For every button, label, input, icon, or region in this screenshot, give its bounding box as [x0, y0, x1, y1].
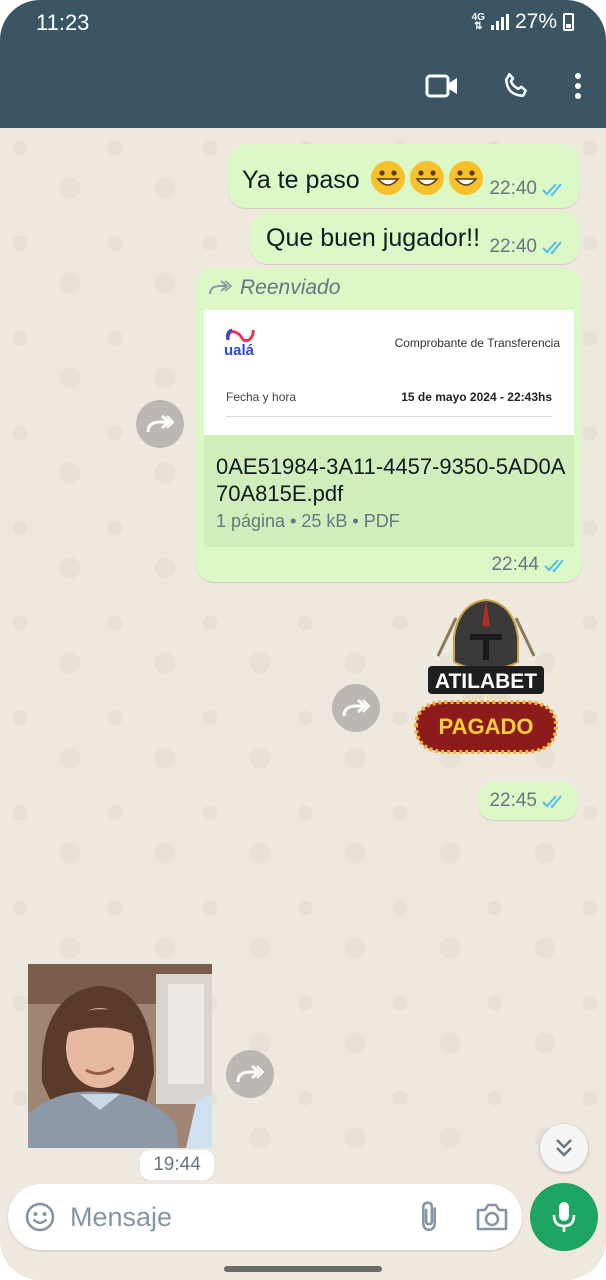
- document-preview[interactable]: ualá Comprobante de Transferencia Fecha …: [204, 310, 574, 435]
- header-actions: [424, 68, 584, 104]
- document-message-bubble[interactable]: Reenviado ualá Comprobante de Transferen…: [196, 268, 582, 582]
- network-type: 4G ⇅: [471, 12, 485, 32]
- message-text: Que buen jugador!!: [266, 224, 481, 252]
- sticker-brand: ATILABET: [435, 670, 537, 693]
- message-time: 22:45: [489, 790, 537, 811]
- message-input-container: [8, 1184, 522, 1250]
- battery-icon: [563, 13, 574, 31]
- photo-image: [28, 964, 212, 1148]
- uala-logo-icon: [226, 328, 255, 342]
- forward-button[interactable]: [226, 1050, 274, 1098]
- read-ticks-icon: [542, 183, 562, 197]
- status-time: 11:23: [36, 10, 90, 35]
- more-options-icon[interactable]: [572, 68, 584, 104]
- forwarded-label: Reenviado: [208, 276, 340, 300]
- grinning-emoji-icon: [409, 161, 444, 195]
- forward-button[interactable]: [136, 400, 184, 448]
- microphone-icon: [552, 1202, 576, 1232]
- grinning-emoji-icon: [448, 161, 483, 195]
- message-meta: 22:40: [489, 178, 568, 200]
- read-ticks-icon: [542, 241, 562, 255]
- message-time: 22:40: [489, 178, 537, 199]
- forward-icon: [236, 1064, 264, 1083]
- message-text: Ya te paso: [242, 166, 360, 194]
- forwarded-icon: [209, 280, 232, 295]
- sticker-stamp: PAGADO: [439, 714, 534, 739]
- photo-time: 19:44: [140, 1150, 214, 1180]
- scroll-to-bottom-button[interactable]: [540, 1124, 588, 1172]
- document-info[interactable]: 0AE51984-3A11-4457-9350-5AD0A70A815E.pdf…: [204, 435, 574, 547]
- preview-row-label: Fecha y hora: [226, 390, 297, 404]
- voice-message-button[interactable]: [530, 1183, 598, 1251]
- phone-screen: 11:23 4G ⇅ 27% Ya te paso 22:40 Que buen…: [0, 0, 606, 1280]
- read-ticks-icon: [544, 559, 564, 573]
- message-list[interactable]: Ya te paso 22:40 Que buen jugador!! 22:4…: [0, 128, 606, 1180]
- document-filename: 0AE51984-3A11-4457-9350-5AD0A70A815E.pdf: [216, 454, 566, 506]
- double-chevron-down-icon: [556, 1139, 572, 1157]
- emoji-icon[interactable]: [24, 1201, 56, 1233]
- message-meta: 22:40: [489, 236, 568, 258]
- sticker-meta-bubble: 22:45: [478, 782, 578, 820]
- video-call-icon[interactable]: [424, 68, 460, 104]
- atilabet-pagado-sticker[interactable]: ATILABET ONLINE CASINO PAGADO: [408, 598, 564, 782]
- chat-header: 11:23 4G ⇅ 27%: [0, 0, 606, 128]
- message-time: 22:40: [489, 236, 537, 257]
- forward-icon: [146, 414, 174, 433]
- camera-icon[interactable]: [474, 1201, 510, 1233]
- grinning-emoji-icon: [370, 161, 405, 195]
- status-indicators: 4G ⇅ 27%: [472, 10, 574, 34]
- uala-brand: ualá: [224, 342, 255, 359]
- compose-bar: [0, 1180, 606, 1280]
- preview-row-value: 15 de mayo 2024 - 22:43hs: [401, 390, 552, 404]
- read-ticks-icon: [542, 795, 562, 809]
- emoji-group: [367, 161, 484, 195]
- divider: [226, 416, 552, 417]
- message-time: 22:44: [491, 554, 539, 575]
- forward-button[interactable]: [332, 684, 380, 732]
- message-bubble-outgoing[interactable]: Ya te paso 22:40: [228, 144, 580, 208]
- message-meta: 22:44: [491, 554, 570, 576]
- message-bubble-outgoing[interactable]: Que buen jugador!! 22:40: [250, 212, 580, 264]
- preview-heading: Comprobante de Transferencia: [394, 336, 560, 350]
- received-photo[interactable]: [28, 964, 212, 1148]
- home-indicator: [224, 1266, 382, 1272]
- attach-icon[interactable]: [412, 1200, 446, 1234]
- battery-percent: 27%: [514, 10, 557, 33]
- voice-call-icon[interactable]: [498, 68, 534, 104]
- message-meta: 22:45: [489, 790, 568, 812]
- forward-icon: [342, 698, 370, 717]
- message-input[interactable]: [70, 1198, 390, 1236]
- signal-icon: [490, 14, 509, 30]
- document-details: 1 página • 25 kB • PDF: [216, 511, 400, 531]
